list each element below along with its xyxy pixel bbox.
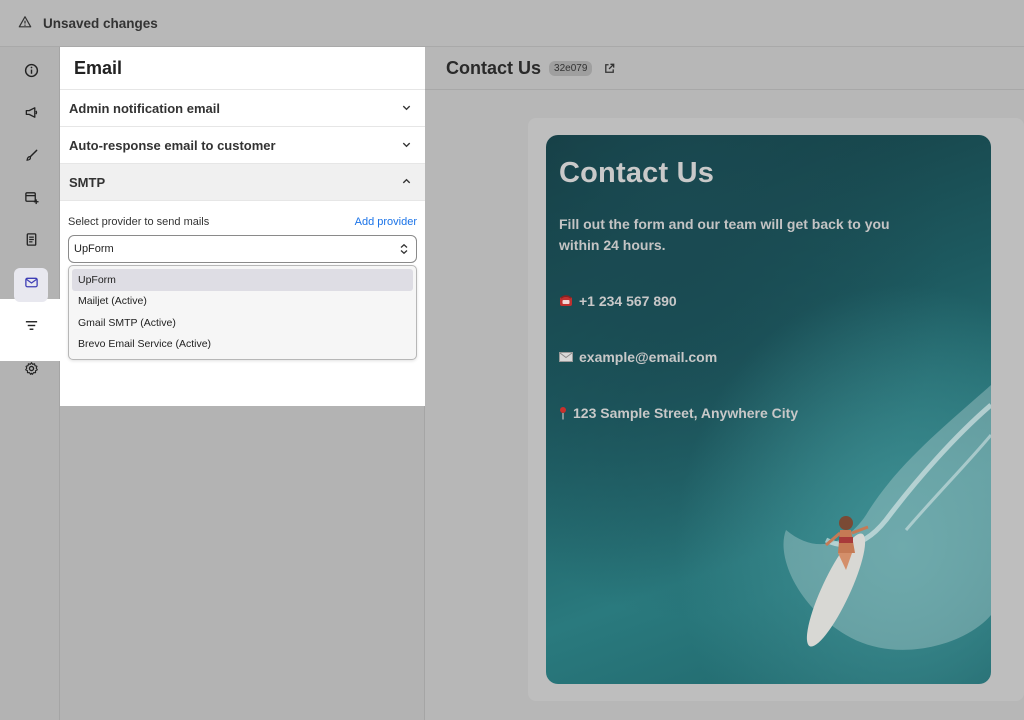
info-icon <box>24 63 39 83</box>
icon-rail <box>0 47 60 720</box>
rail-design-button[interactable] <box>14 141 48 175</box>
accordion-auto-response[interactable]: Auto-response email to customer <box>60 127 425 164</box>
form-id-badge: 32e079 <box>549 60 593 76</box>
telephone-icon <box>559 295 573 307</box>
contact-phone: +1 234 567 890 <box>559 293 677 309</box>
email-settings-panel: Email Admin notification email Auto-resp… <box>60 47 425 406</box>
accordion-label: Admin notification email <box>69 100 220 116</box>
rail-filter-button[interactable] <box>14 311 48 345</box>
select-updown-icon <box>399 243 409 255</box>
unsaved-changes-label: Unsaved changes <box>43 15 158 31</box>
warning-triangle-icon <box>18 15 34 31</box>
receipt-icon <box>24 232 39 252</box>
hero-intro-text: Fill out the form and our team will get … <box>559 216 890 253</box>
rail-info-button[interactable] <box>14 56 48 90</box>
provider-select[interactable]: UpForm <box>68 235 417 263</box>
mail-icon <box>24 275 39 295</box>
envelope-icon <box>559 352 573 362</box>
provider-option[interactable]: UpForm <box>72 269 413 291</box>
rail-add-element-button[interactable] <box>14 183 48 217</box>
chevron-down-icon <box>401 139 413 151</box>
paintbrush-icon <box>24 148 39 168</box>
contact-hero-image: Contact Us Fill out the form and our tea… <box>546 135 991 684</box>
rail-submissions-button[interactable] <box>14 225 48 259</box>
rail-settings-button[interactable] <box>14 354 48 388</box>
smtp-section-body: Select provider to send mails Add provid… <box>60 201 425 360</box>
panel-title: Email <box>60 47 425 90</box>
contact-email: example@email.com <box>559 349 717 365</box>
address-text: 123 Sample Street, Anywhere City <box>573 405 799 421</box>
main-preview-area: Contact Us 32e079 Contact Us Fill out th… <box>425 47 1024 720</box>
form-title: Contact Us <box>446 57 542 78</box>
external-link-icon[interactable] <box>603 62 616 75</box>
accordion-label: SMTP <box>69 174 106 190</box>
rail-announce-button[interactable] <box>14 98 48 132</box>
form-preview-card: Contact Us Fill out the form and our tea… <box>528 118 1024 701</box>
form-header: Contact Us 32e079 <box>425 47 1024 90</box>
megaphone-icon <box>24 105 39 125</box>
chevron-up-icon <box>401 176 413 188</box>
pushpin-icon <box>559 406 567 420</box>
provider-label: Select provider to send mails <box>68 216 210 228</box>
add-window-icon <box>24 190 39 210</box>
phone-text: +1 234 567 890 <box>579 293 677 309</box>
chevron-down-icon <box>401 102 413 114</box>
add-provider-link[interactable]: Add provider <box>355 216 417 228</box>
gear-icon <box>24 361 39 381</box>
provider-dropdown-list: UpForm Mailjet (Active) Gmail SMTP (Acti… <box>68 265 417 360</box>
hero-heading: Contact Us <box>559 157 715 189</box>
accordion-admin-notification[interactable]: Admin notification email <box>60 90 425 127</box>
provider-option[interactable]: Gmail SMTP (Active) <box>72 312 413 334</box>
accordion-label: Auto-response email to customer <box>69 137 276 153</box>
provider-option[interactable]: Mailjet (Active) <box>72 291 413 313</box>
rail-email-button[interactable] <box>14 268 48 302</box>
filter-icon <box>24 318 39 338</box>
accordion-smtp[interactable]: SMTP <box>60 164 425 201</box>
unsaved-changes-bar: Unsaved changes <box>0 0 1024 47</box>
email-text: example@email.com <box>579 349 718 365</box>
provider-header: Select provider to send mails Add provid… <box>68 216 417 228</box>
provider-select-value: UpForm <box>74 243 114 255</box>
contact-address: 123 Sample Street, Anywhere City <box>559 405 798 421</box>
provider-option[interactable]: Brevo Email Service (Active) <box>72 334 413 356</box>
